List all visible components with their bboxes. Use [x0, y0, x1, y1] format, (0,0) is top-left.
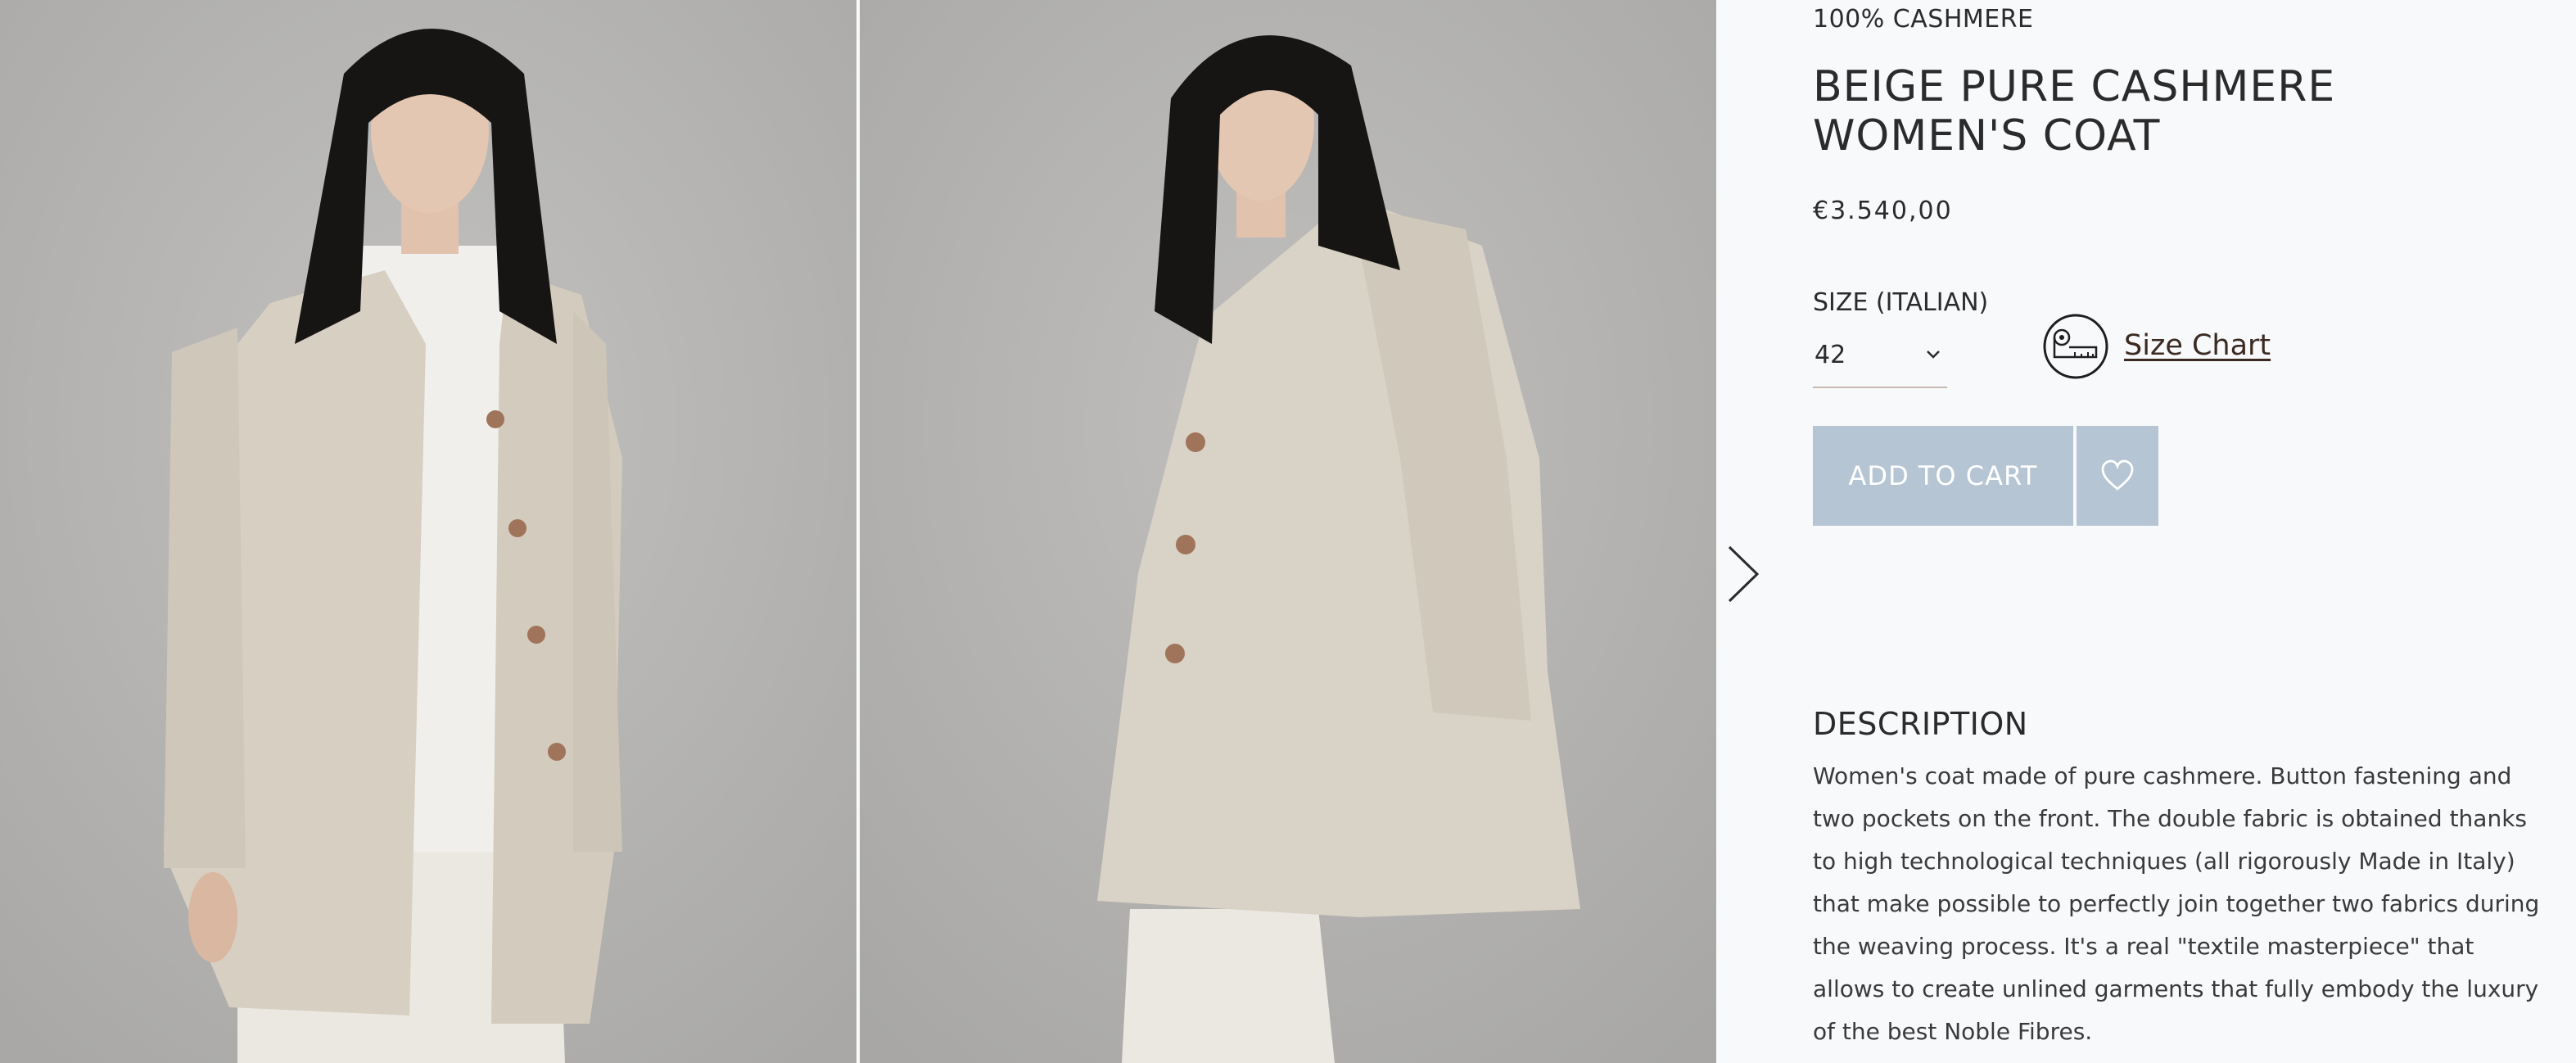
chevron-down-icon — [1927, 351, 1940, 359]
product-gallery — [0, 0, 1716, 1063]
size-select[interactable]: 42 — [1813, 329, 1947, 388]
size-chart-link[interactable]: Size Chart — [2124, 329, 2271, 362]
product-photo-side[interactable] — [860, 0, 1716, 1063]
wishlist-button[interactable] — [2077, 426, 2158, 526]
measuring-tape-icon[interactable] — [2042, 313, 2109, 380]
description-text: Women's coat made of pure cashmere. Butt… — [1813, 762, 2540, 1045]
add-to-cart-button[interactable]: ADD TO CART — [1813, 426, 2073, 526]
size-label: SIZE (ITALIAN) — [1813, 288, 1989, 317]
gallery-next-button[interactable] — [1723, 544, 1764, 604]
product-title: BEIGE PURE CASHMERE WOMEN'S COAT — [1813, 62, 2336, 161]
size-selected-value: 42 — [1814, 341, 1846, 369]
chevron-right-icon — [1728, 545, 1760, 603]
product-material: 100% CASHMERE — [1813, 5, 2034, 34]
product-price: €3.540,00 — [1813, 197, 1953, 225]
description-heading: DESCRIPTION — [1813, 706, 2028, 742]
heart-icon — [2101, 459, 2134, 491]
product-page: 100% CASHMERE BEIGE PURE CASHMERE WOMEN'… — [0, 0, 2576, 1063]
product-photo-front[interactable] — [0, 0, 856, 1063]
